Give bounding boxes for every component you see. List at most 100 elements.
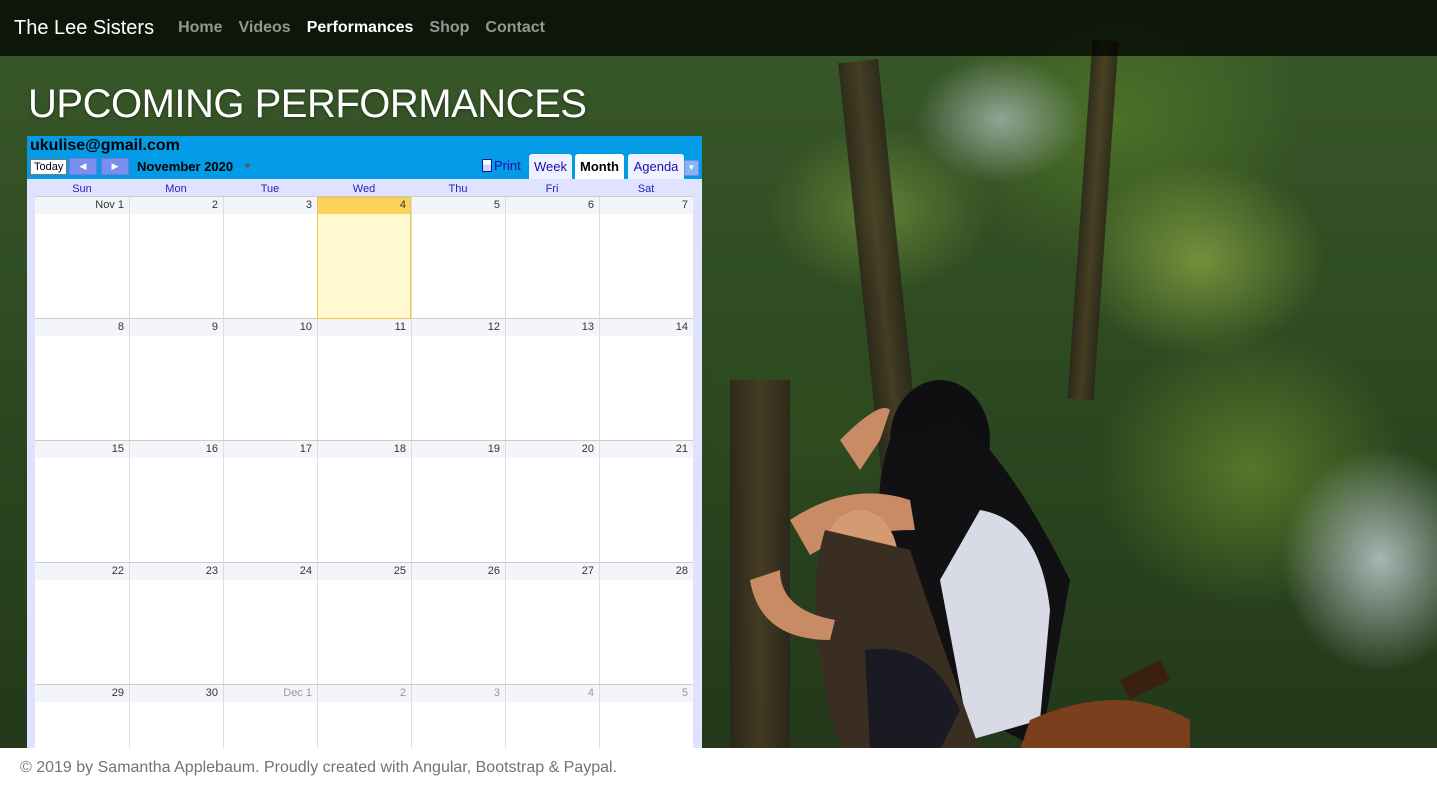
- chevron-left-icon: ◀: [79, 161, 87, 171]
- today-button[interactable]: Today: [30, 159, 68, 175]
- day-number[interactable]: 30: [130, 685, 223, 702]
- nav-home[interactable]: Home: [178, 19, 222, 37]
- print-label: Print: [494, 158, 521, 173]
- nav-videos[interactable]: Videos: [239, 19, 291, 37]
- week-row: 15 16 17 18 19 20 21: [35, 440, 693, 563]
- prev-month-button[interactable]: ◀: [69, 158, 97, 175]
- day-number[interactable]: 5: [600, 685, 693, 702]
- day-cell[interactable]: 6: [505, 197, 599, 319]
- tab-agenda[interactable]: Agenda: [628, 154, 684, 179]
- day-cell[interactable]: 18: [317, 441, 411, 563]
- calendar-header: ukulise@gmail.com Today ◀ ▶ November 202…: [27, 136, 702, 179]
- day-cell[interactable]: 12: [411, 319, 505, 441]
- day-number[interactable]: 18: [318, 441, 411, 458]
- day-cell[interactable]: 30: [129, 685, 223, 748]
- day-cell[interactable]: 11: [317, 319, 411, 441]
- day-cell[interactable]: 29: [35, 685, 129, 748]
- day-number[interactable]: 10: [224, 319, 317, 336]
- day-number[interactable]: 20: [506, 441, 599, 458]
- day-number[interactable]: 7: [600, 197, 693, 214]
- day-cell[interactable]: 14: [599, 319, 693, 441]
- day-cell-next-month[interactable]: Dec 1: [223, 685, 317, 748]
- day-cell[interactable]: 10: [223, 319, 317, 441]
- day-number[interactable]: 5: [412, 197, 505, 214]
- nav-shop[interactable]: Shop: [429, 19, 469, 37]
- tab-week[interactable]: Week: [529, 154, 572, 179]
- nav-performances[interactable]: Performances: [307, 19, 414, 37]
- weekday-label: Wed: [352, 183, 376, 195]
- day-number[interactable]: 28: [600, 563, 693, 580]
- printer-icon: [482, 159, 492, 172]
- day-number[interactable]: 12: [412, 319, 505, 336]
- print-link[interactable]: Print: [482, 158, 521, 173]
- day-number[interactable]: 13: [506, 319, 599, 336]
- day-cell[interactable]: 16: [129, 441, 223, 563]
- day-cell[interactable]: 28: [599, 563, 693, 685]
- view-options-dropdown[interactable]: ▼: [684, 160, 699, 176]
- tree-trunk: [1067, 39, 1119, 401]
- weekday-label: Tue: [260, 183, 280, 195]
- day-cell[interactable]: 23: [129, 563, 223, 685]
- day-number[interactable]: 3: [412, 685, 505, 702]
- day-number[interactable]: 3: [224, 197, 317, 214]
- day-number[interactable]: 2: [130, 197, 223, 214]
- day-cell-next-month[interactable]: 5: [599, 685, 693, 748]
- day-cell[interactable]: 15: [35, 441, 129, 563]
- day-cell[interactable]: 25: [317, 563, 411, 685]
- day-number[interactable]: 29: [35, 685, 129, 702]
- day-cell[interactable]: 22: [35, 563, 129, 685]
- day-cell[interactable]: 20: [505, 441, 599, 563]
- tab-month[interactable]: Month: [575, 154, 624, 179]
- day-number[interactable]: Nov 1: [35, 197, 129, 214]
- day-number[interactable]: 23: [130, 563, 223, 580]
- day-number[interactable]: 14: [600, 319, 693, 336]
- day-number[interactable]: 19: [412, 441, 505, 458]
- day-number[interactable]: 27: [506, 563, 599, 580]
- day-number[interactable]: Dec 1: [224, 685, 317, 702]
- embedded-calendar: ukulise@gmail.com Today ◀ ▶ November 202…: [27, 136, 702, 748]
- day-cell[interactable]: 17: [223, 441, 317, 563]
- day-cell[interactable]: 24: [223, 563, 317, 685]
- day-cell[interactable]: 7: [599, 197, 693, 319]
- day-number[interactable]: 9: [130, 319, 223, 336]
- nav-contact[interactable]: Contact: [485, 19, 545, 37]
- day-cell-next-month[interactable]: 2: [317, 685, 411, 748]
- month-picker-caret-icon[interactable]: ▼: [243, 161, 252, 171]
- day-number[interactable]: 4: [506, 685, 599, 702]
- weekday-label: Fri: [545, 183, 559, 195]
- day-number[interactable]: 16: [130, 441, 223, 458]
- day-cell[interactable]: 21: [599, 441, 693, 563]
- day-number[interactable]: 6: [506, 197, 599, 214]
- day-number[interactable]: 24: [224, 563, 317, 580]
- day-number[interactable]: 15: [35, 441, 129, 458]
- day-cell[interactable]: 26: [411, 563, 505, 685]
- day-cell[interactable]: 8: [35, 319, 129, 441]
- day-cell[interactable]: 3: [223, 197, 317, 319]
- day-cell[interactable]: 2: [129, 197, 223, 319]
- day-number[interactable]: 26: [412, 563, 505, 580]
- day-cell[interactable]: 5: [411, 197, 505, 319]
- calendar-body: Sun Mon Tue Wed Thu Fri Sat Nov 1 2 3 4 …: [27, 179, 702, 748]
- week-row: 8 9 10 11 12 13 14: [35, 318, 693, 441]
- weekday-label: Mon: [165, 183, 187, 195]
- day-number[interactable]: 8: [35, 319, 129, 336]
- day-number[interactable]: 2: [318, 685, 411, 702]
- day-number[interactable]: 22: [35, 563, 129, 580]
- day-cell[interactable]: 27: [505, 563, 599, 685]
- today-day-cell[interactable]: 4: [317, 197, 411, 319]
- day-number[interactable]: 17: [224, 441, 317, 458]
- day-number[interactable]: 4: [318, 197, 411, 214]
- calendar-account-title: ukulise@gmail.com: [30, 137, 180, 154]
- day-number[interactable]: 25: [318, 563, 411, 580]
- day-cell[interactable]: 9: [129, 319, 223, 441]
- footer-copyright: © 2019 by Samantha Applebaum. Proudly cr…: [20, 759, 618, 776]
- next-month-button[interactable]: ▶: [101, 158, 129, 175]
- day-cell[interactable]: Nov 1: [35, 197, 129, 319]
- day-cell[interactable]: 13: [505, 319, 599, 441]
- day-cell-next-month[interactable]: 4: [505, 685, 599, 748]
- day-cell[interactable]: 19: [411, 441, 505, 563]
- day-number[interactable]: 21: [600, 441, 693, 458]
- brand-link[interactable]: The Lee Sisters: [14, 17, 154, 40]
- day-cell-next-month[interactable]: 3: [411, 685, 505, 748]
- day-number[interactable]: 11: [318, 319, 411, 336]
